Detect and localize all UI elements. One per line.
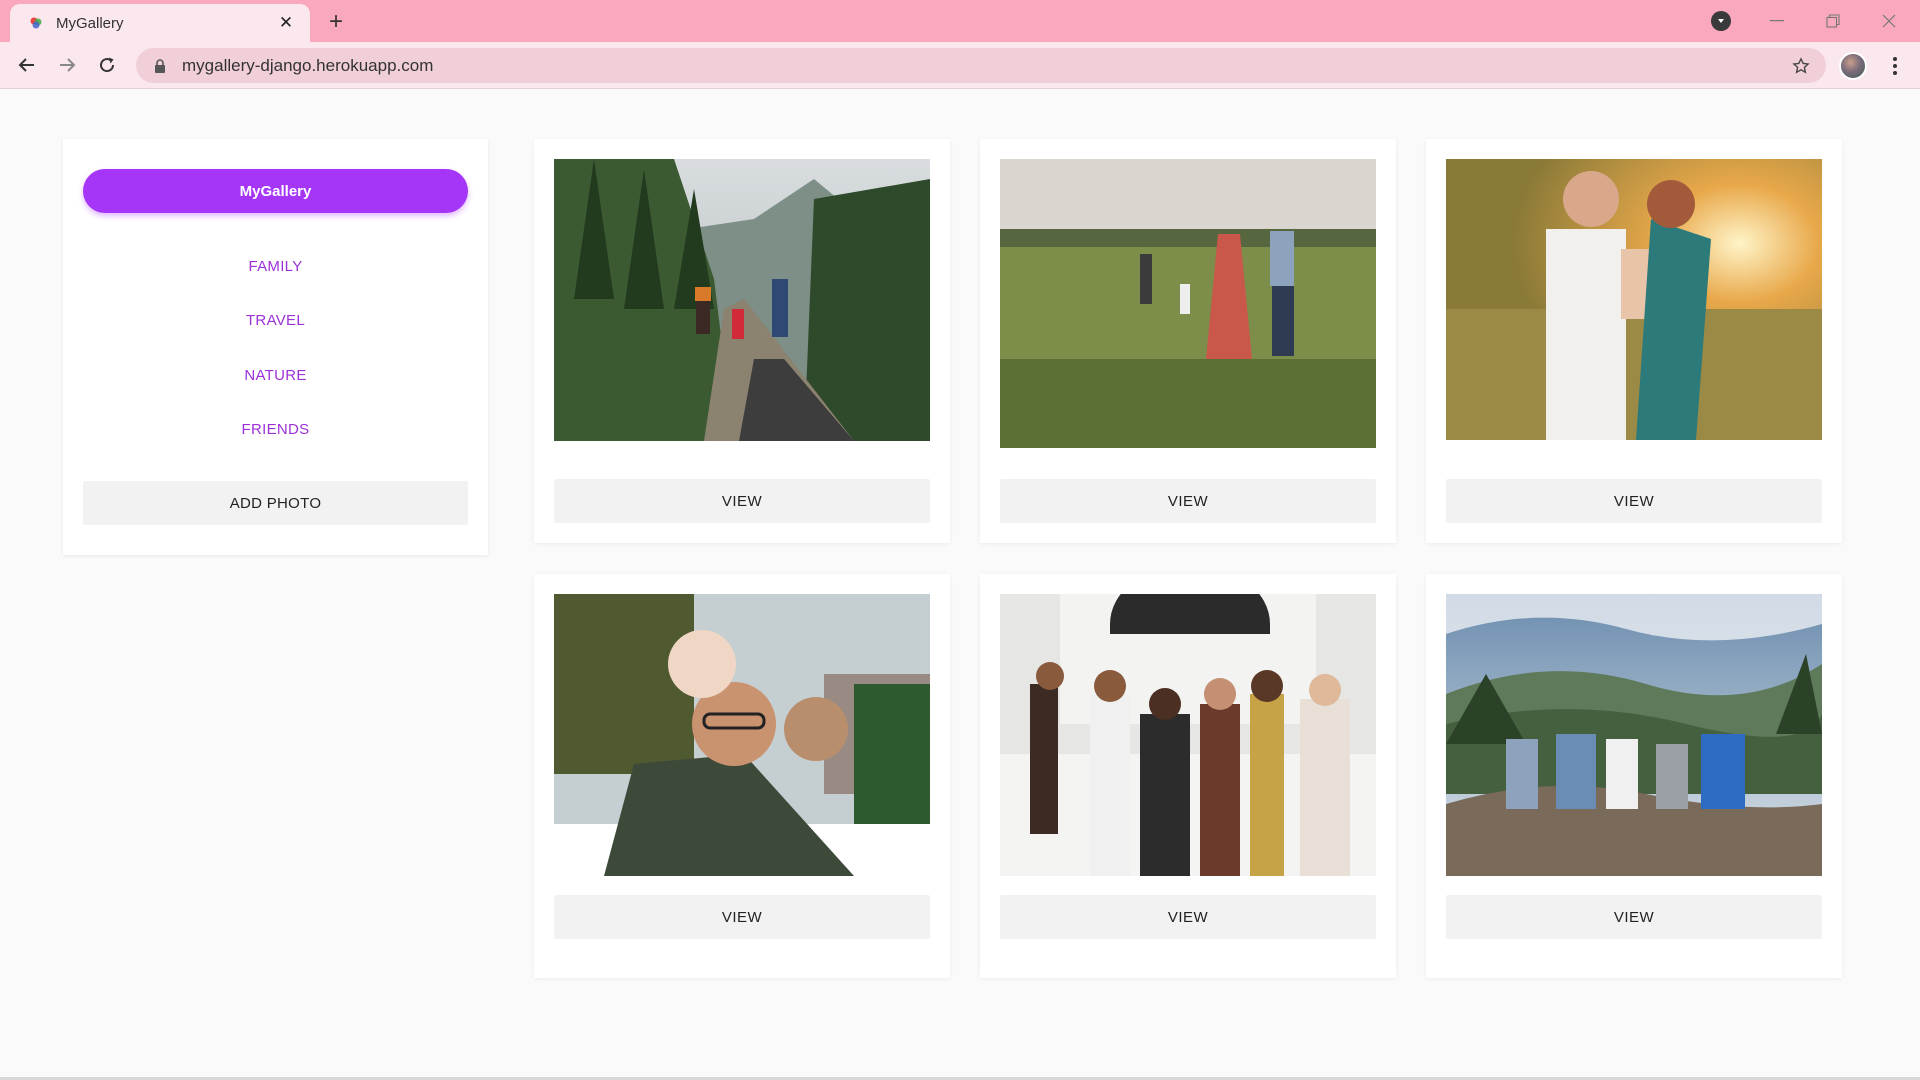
lock-icon[interactable] (152, 58, 168, 74)
photo-thumbnail[interactable] (554, 594, 930, 876)
view-button[interactable]: VIEW (554, 895, 930, 939)
favicon-icon (28, 15, 44, 31)
new-tab-icon[interactable]: + (322, 8, 350, 35)
kebab-menu-icon[interactable] (1880, 50, 1910, 82)
browser-toolbar: mygallery-django.herokuapp.com (0, 42, 1920, 89)
photo-card: VIEW (1426, 139, 1842, 543)
tab-title: MyGallery (56, 14, 124, 32)
forward-arrow-icon[interactable] (51, 49, 83, 81)
photo-card: VIEW (534, 139, 950, 543)
back-arrow-icon[interactable] (11, 49, 43, 81)
browser-tab[interactable]: MyGallery ✕ (10, 4, 310, 42)
restore-icon[interactable] (1810, 6, 1856, 36)
view-button[interactable]: VIEW (1446, 479, 1822, 523)
photo-thumbnail[interactable] (1000, 159, 1376, 448)
url-text[interactable]: mygallery-django.herokuapp.com (182, 56, 1784, 76)
category-link-family[interactable]: FAMILY (63, 258, 488, 275)
photo-thumbnail[interactable] (1446, 159, 1822, 440)
star-icon[interactable] (1784, 49, 1818, 83)
close-tab-icon[interactable]: ✕ (276, 13, 296, 33)
photo-card: VIEW (980, 574, 1396, 978)
photo-card: VIEW (1426, 574, 1842, 978)
category-link-friends[interactable]: FRIENDS (63, 421, 488, 438)
brand-button[interactable]: MyGallery (83, 169, 468, 213)
profile-avatar[interactable] (1839, 52, 1867, 80)
photo-thumbnail[interactable] (1446, 594, 1822, 876)
photo-thumbnail[interactable] (554, 159, 930, 441)
tab-search-icon[interactable] (1711, 11, 1731, 31)
address-bar[interactable]: mygallery-django.herokuapp.com (136, 48, 1826, 83)
photo-card: VIEW (534, 574, 950, 978)
minimize-icon[interactable] (1754, 6, 1800, 36)
photo-thumbnail[interactable] (1000, 594, 1376, 876)
page-viewport: MyGallery FAMILY TRAVEL NATURE FRIENDS A… (0, 89, 1920, 1078)
window-close-icon[interactable] (1866, 6, 1912, 36)
sidebar-card: MyGallery FAMILY TRAVEL NATURE FRIENDS A… (63, 139, 488, 555)
view-button[interactable]: VIEW (1000, 479, 1376, 523)
view-button[interactable]: VIEW (554, 479, 930, 523)
category-link-nature[interactable]: NATURE (63, 367, 488, 384)
photo-card: VIEW (980, 139, 1396, 543)
add-photo-button[interactable]: ADD PHOTO (83, 481, 468, 525)
category-link-travel[interactable]: TRAVEL (63, 312, 488, 329)
view-button[interactable]: VIEW (1446, 895, 1822, 939)
reload-icon[interactable] (91, 49, 123, 81)
view-button[interactable]: VIEW (1000, 895, 1376, 939)
browser-tab-strip: MyGallery ✕ + (0, 0, 1920, 42)
